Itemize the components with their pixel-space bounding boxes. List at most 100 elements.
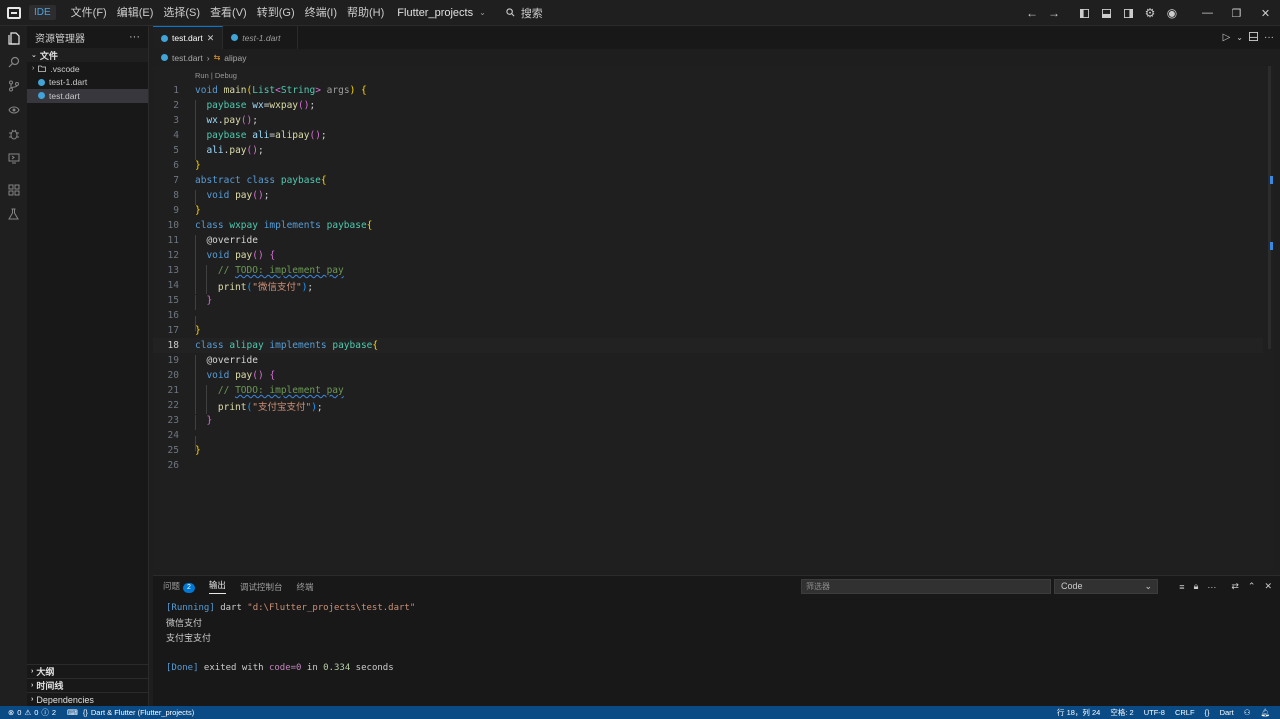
command-center-search[interactable]: 搜索 [506,5,543,21]
timeline-section-header[interactable]: › 时间线 [27,678,149,692]
line-text: void main(List<String> args) { [195,85,367,96]
scrollbar-marker [1270,176,1273,184]
indent-guide [206,278,207,294]
line-text: void pay() { [195,250,275,265]
indent-guide [195,190,196,205]
close-icon[interactable]: ✕ [207,33,215,44]
tree-file-test-1[interactable]: test-1.dart [27,76,148,90]
chevron-right-icon: › [206,52,210,63]
tree-file-test[interactable]: test.dart [27,89,148,103]
chevron-up-icon[interactable]: ⌃ [1248,581,1256,592]
files-section-header[interactable]: ⌄ 文件 [27,48,148,62]
more-actions-icon[interactable]: ··· [1264,32,1274,43]
info-count: 2 [51,708,57,717]
search-icon[interactable] [0,50,27,74]
menu-edit[interactable]: 编辑(E) [112,0,159,26]
back-arrow-icon[interactable]: ← [1021,0,1043,26]
settings-gear-icon[interactable]: ⚙ [1139,0,1161,26]
account-icon[interactable]: ◉ [1161,0,1183,26]
line-text: } [195,325,201,336]
tab-debug-console[interactable]: 调试控制台 [240,581,283,593]
remote-explorer-icon[interactable] [0,146,27,170]
tab-test-1-dart[interactable]: test-1.dart [223,26,298,49]
tab-terminal[interactable]: 终端 [296,581,313,593]
menu-go[interactable]: 转到(G) [252,0,300,26]
testing-flask-icon[interactable] [0,202,27,226]
more-actions-icon[interactable]: ··· [129,31,140,43]
menu-view[interactable]: 查看(V) [205,0,252,26]
indent-guide [195,415,196,430]
word-wrap-icon[interactable]: ≡ [1179,582,1184,592]
code-line: 20 void pay() { [153,368,1263,385]
extensions-icon[interactable] [0,178,27,202]
line-number: 24 [167,430,179,441]
line-number: 9 [173,205,179,216]
line-ending[interactable]: CRLF [1175,708,1195,717]
output-channel-value: Code [1061,581,1083,591]
toggle-panel-icon[interactable] [1095,0,1117,26]
braces-icon[interactable]: {} [1205,708,1210,717]
project-switcher[interactable]: Flutter_projects ⌄ [397,7,486,19]
eye-icon[interactable] [0,98,27,122]
dart-file-icon [38,78,45,86]
scrollbar-thumb[interactable] [1268,66,1271,349]
tree-folder-vscode[interactable]: › .vscode [27,62,148,76]
explorer-files-icon[interactable] [0,26,27,50]
line-number: 26 [167,460,179,471]
menu-selection[interactable]: 选择(S) [158,0,205,26]
line-number: 2 [173,100,179,111]
run-debug-icon[interactable] [0,122,27,146]
restore-icon[interactable]: ❐ [1222,0,1251,26]
forward-arrow-icon[interactable]: → [1043,0,1065,26]
output-line-blank [166,645,415,660]
breadcrumb: test.dart › ⇆ alipay [153,50,246,65]
tab-output[interactable]: 输出 [208,579,226,594]
minimize-icon[interactable]: — [1193,0,1222,26]
scrollbar-marker [1270,242,1273,250]
editor-scrollbar[interactable] [1265,66,1273,570]
chevron-right-icon: › [32,65,35,73]
split-editor-icon[interactable] [1249,31,1258,44]
copilot-icon[interactable]: ⚇ [1244,708,1251,717]
indent-guide [195,398,196,414]
source-control-icon[interactable] [0,74,27,98]
outline-section-header[interactable]: › 大纲 [27,664,149,678]
breadcrumb-file[interactable]: test.dart [172,53,203,63]
close-panel-icon[interactable]: ✕ [1264,581,1272,592]
breadcrumb-symbol[interactable]: alipay [224,53,246,63]
output-filter-input[interactable]: 筛选器 [801,579,1051,594]
toggle-sidebar-icon[interactable] [1073,0,1095,26]
tab-problems[interactable]: 问题 2 [163,580,195,593]
codelens-run-debug[interactable]: Run | Debug [195,71,237,80]
line-number: 22 [167,400,179,411]
error-icon: ⊗ [8,708,15,717]
code-editor[interactable]: Run | Debug 1 void main(List<String> args… [153,66,1273,570]
language-mode[interactable]: Dart [1220,708,1234,717]
chevron-down-icon[interactable]: ⌄ [1236,33,1243,42]
indent-guide [195,370,196,385]
indentation[interactable]: 空格: 2 [1110,707,1133,718]
run-icon[interactable]: ▷ [1223,32,1231,43]
notifications-bell-icon[interactable]: 🔔︎ [1260,708,1270,717]
flutter-status[interactable]: {} Dart & Flutter (Flutter_projects) [83,708,194,717]
tab-test-dart[interactable]: test.dart ✕ [153,26,224,49]
maximize-panel-icon[interactable]: ⇄ [1231,581,1239,592]
problems-status[interactable]: ⊗ 0 ⚠ 0 ⓘ 2 [8,707,56,718]
line-text: void pay() { [195,370,275,385]
cursor-position[interactable]: 行 18，列 24 [1057,707,1100,718]
output-channel-select[interactable]: Code ⌄ [1054,579,1158,594]
title-bar: IDE 文件(F) 编辑(E) 选择(S) 查看(V) 转到(G) 终端(I) … [0,0,1280,26]
explorer-title: 资源管理器 [35,33,85,45]
warning-count: 0 [34,708,39,717]
lock-icon[interactable]: 🔒︎ [1194,581,1199,592]
toggle-secondary-sidebar-icon[interactable] [1117,0,1139,26]
code-line: 15 } [153,293,1263,310]
menu-help[interactable]: 帮助(H) [342,0,389,26]
close-window-icon[interactable]: ✕ [1251,0,1280,26]
menu-terminal[interactable]: 终端(I) [300,0,342,26]
more-actions-icon[interactable]: ··· [1207,582,1216,592]
dependencies-section-header[interactable]: › Dependencies [27,692,149,706]
menu-file[interactable]: 文件(F) [66,0,112,26]
encoding[interactable]: UTF-8 [1144,708,1165,717]
keyboard-icon[interactable]: ⌨ [67,708,78,717]
